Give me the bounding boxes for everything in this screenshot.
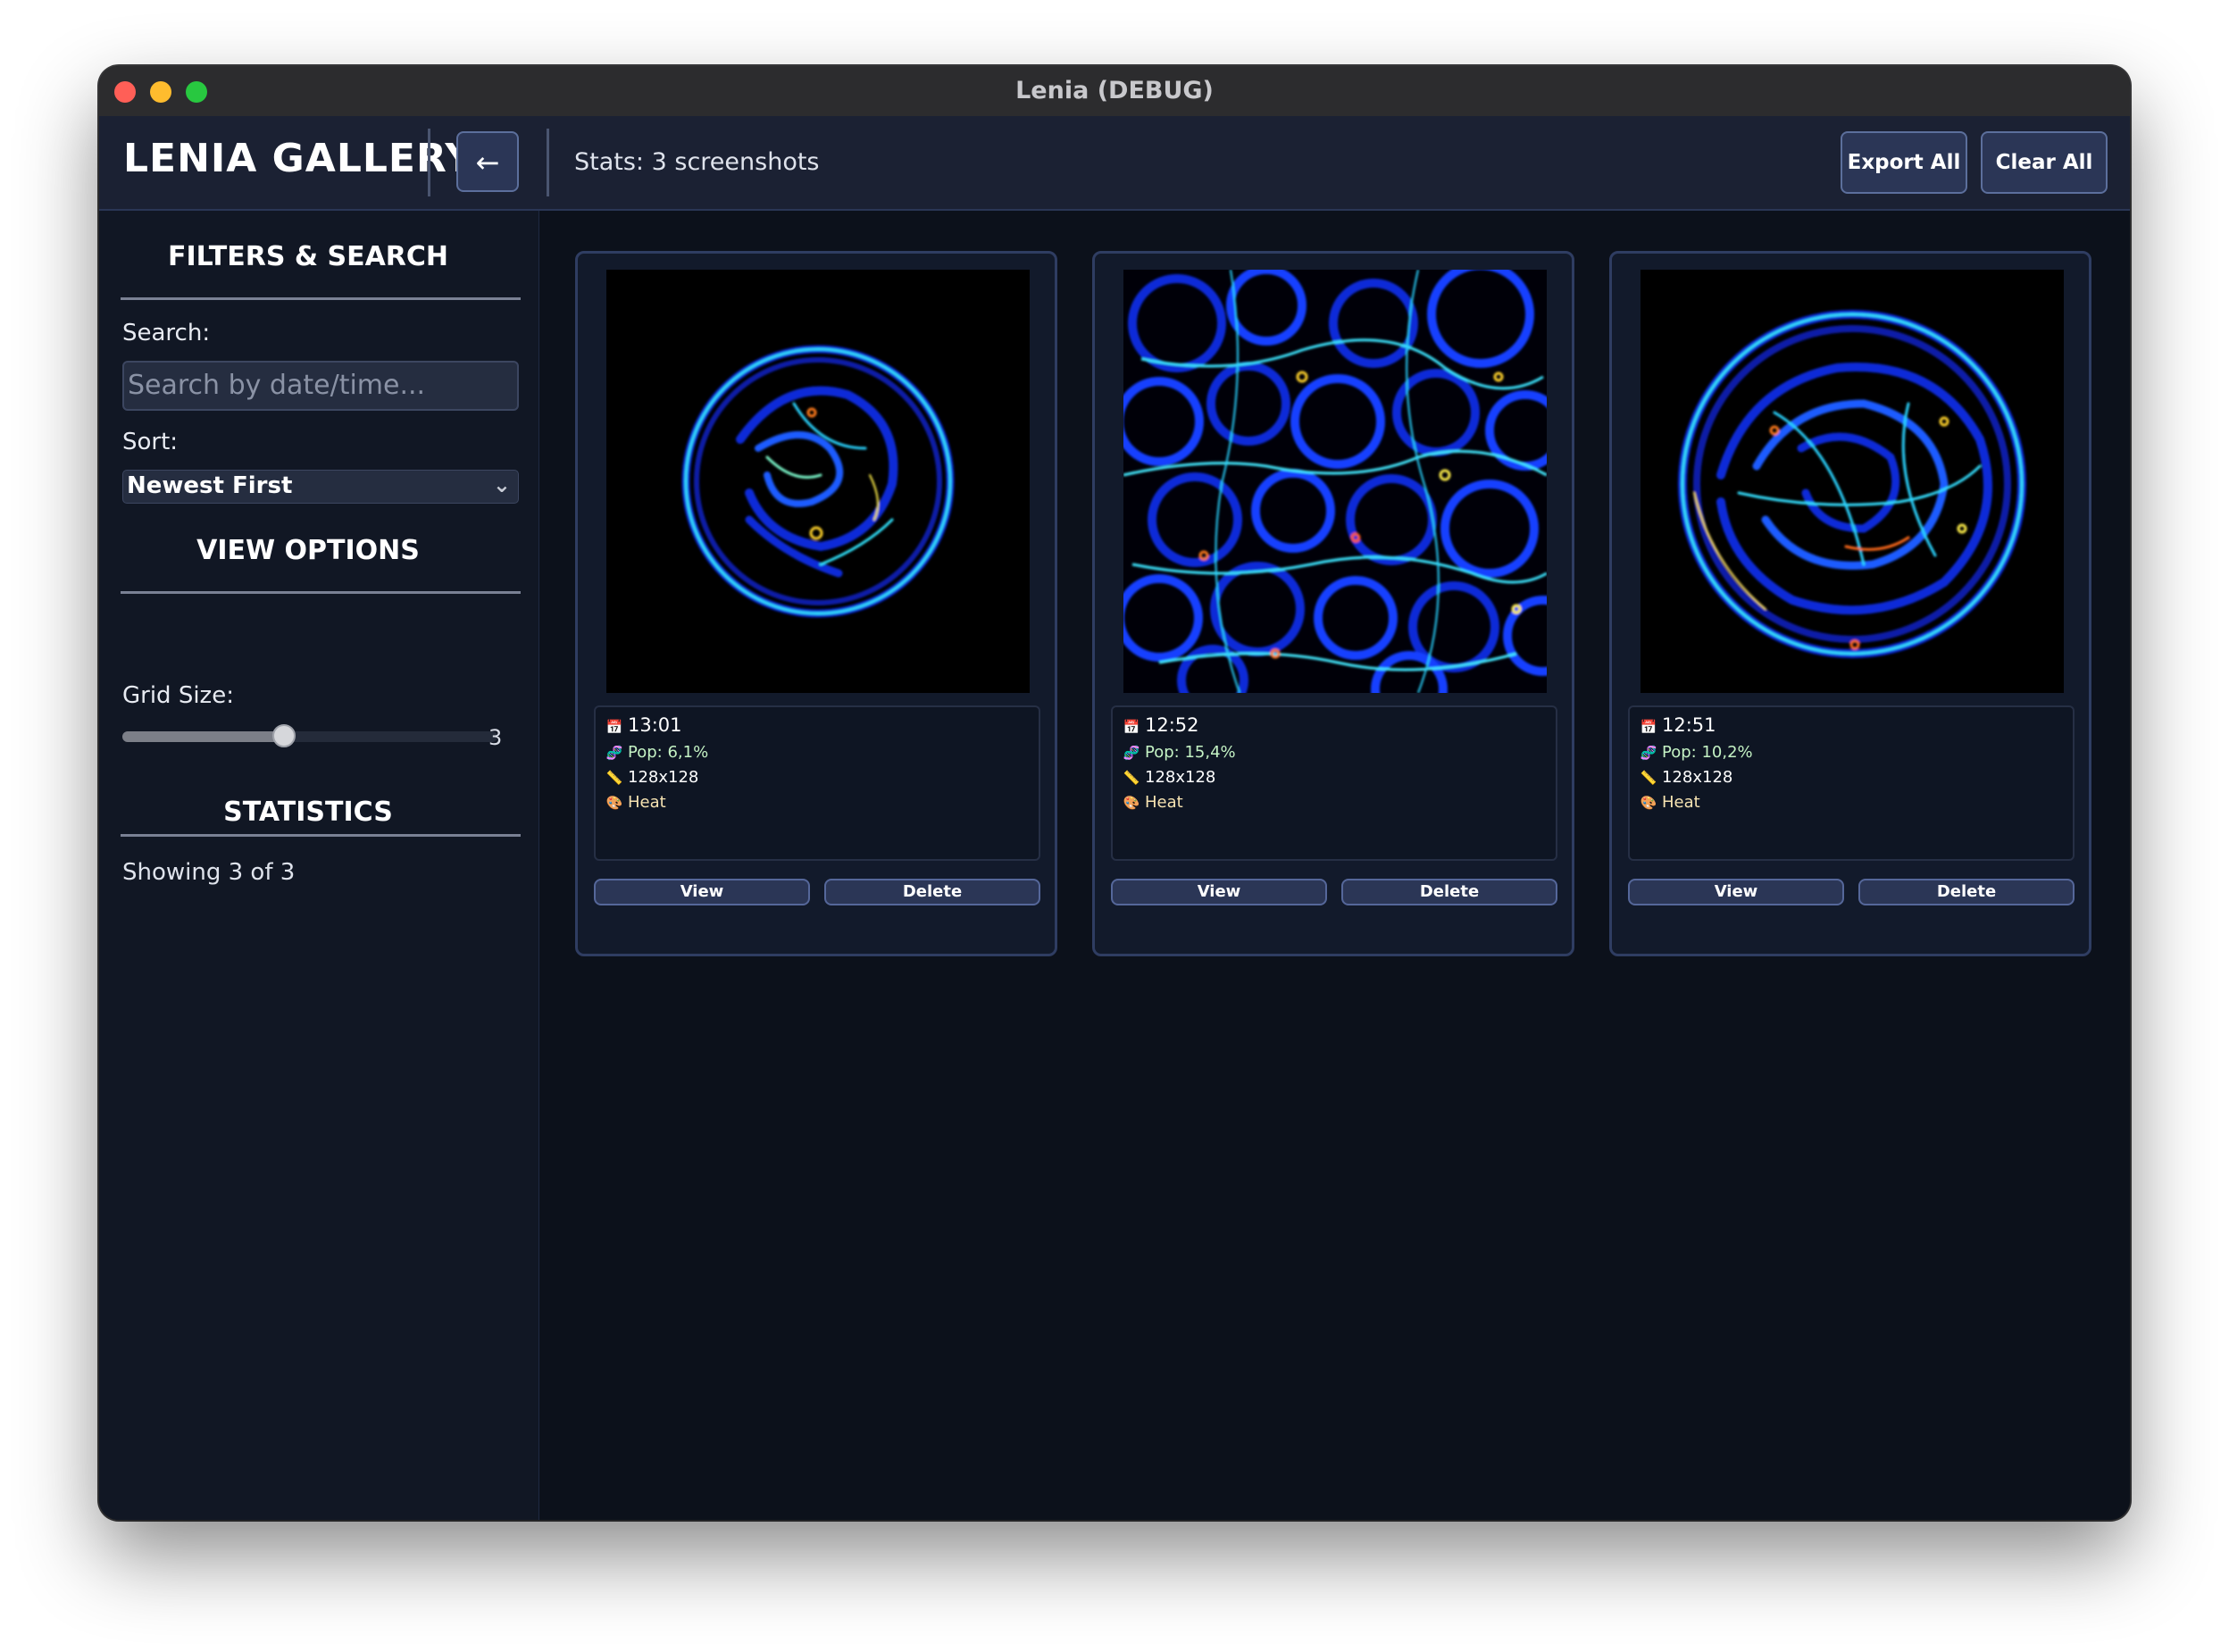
info-row-population: 🧬 Pop: 6,1% [605,743,709,762]
view-options-title: VIEW OPTIONS [196,535,420,566]
chevron-down-icon: ⌄ [492,472,511,497]
info-row-time: 📅 12:51 [1639,714,1716,736]
clear-all-button[interactable]: Clear All [1981,131,2108,194]
search-label: Search: [122,320,211,346]
stats-text: Stats: 3 screenshots [574,148,820,176]
screenshot-thumbnail[interactable] [606,270,1030,693]
gallery-grid: 📅 13:01 🧬 Pop: 6,1% 📏 128x128 🎨 Heat View De… [539,211,2130,1520]
card-colormap: Heat [1145,793,1183,812]
calendar-icon: 📅 [1640,719,1657,735]
resolution-icon: 📏 [605,770,623,786]
divider [121,834,521,837]
export-all-button[interactable]: Export All [1841,131,1967,194]
window-title: Lenia (DEBUG) [1015,77,1214,104]
filters-title: FILTERS & SEARCH [167,241,449,272]
divider [121,591,521,594]
info-row-colormap: 🎨 Heat [1122,793,1183,812]
card-time: 13:01 [628,714,682,736]
grid-size-slider[interactable] [99,354,538,742]
view-button[interactable]: View [1111,879,1327,905]
resolution-icon: 📏 [1640,770,1657,786]
card-time: 12:52 [1145,714,1199,736]
back-button[interactable]: ← [456,131,519,192]
calendar-icon: 📅 [605,719,623,735]
view-button[interactable]: View [594,879,810,905]
sort-value: Newest First [127,472,293,499]
card-time: 12:51 [1662,714,1716,736]
header-divider [547,129,549,196]
screenshot-thumbnail[interactable] [1123,270,1547,693]
screenshot-card: 📅 13:01 🧬 Pop: 6,1% 📏 128x128 🎨 Heat View De… [575,251,1057,956]
sidebar: FILTERS & SEARCH Search: Search by date/… [99,211,541,1520]
info-row-time: 📅 13:01 [605,714,682,736]
screenshot-info: 📅 12:52 🧬 Pop: 15,4% 📏 128x128 🎨 Heat [1111,705,1557,861]
card-colormap: Heat [628,793,666,812]
delete-button[interactable]: Delete [824,879,1040,905]
lenia-pattern-image [1678,310,2026,658]
card-colormap: Heat [1662,793,1700,812]
delete-button[interactable]: Delete [1858,879,2075,905]
screenshot-thumbnail[interactable] [1640,270,2064,693]
card-resolution: 128x128 [628,768,699,787]
info-row-population: 🧬 Pop: 15,4% [1122,743,1236,762]
title-bar: Lenia (DEBUG) [99,66,2130,117]
delete-button[interactable]: Delete [1341,879,1557,905]
stats-value: 3 screenshots [651,148,820,176]
app-logo: LENIA GALLERY [123,136,475,181]
info-row-resolution: 📏 128x128 [605,768,699,787]
grid-size-value: 3 [488,725,503,750]
app-header: LENIA GALLERY ← Stats: 3 screenshots Exp… [99,116,2130,211]
info-row-time: 📅 12:52 [1122,714,1199,736]
card-population: Pop: 6,1% [628,743,709,762]
info-row-resolution: 📏 128x128 [1639,768,1733,787]
stats-label: Stats: [574,148,645,176]
sort-label: Sort: [122,429,179,455]
screenshot-card: 📅 12:51 🧬 Pop: 10,2% 📏 128x128 🎨 Heat View D… [1609,251,2091,956]
screenshot-card: 📅 12:52 🧬 Pop: 15,4% 📏 128x128 🎨 Heat View D… [1092,251,1574,956]
card-population: Pop: 10,2% [1662,743,1753,762]
card-resolution: 128x128 [1145,768,1216,787]
population-icon: 🧬 [1640,745,1657,761]
lenia-pattern-image [1123,270,1547,693]
palette-icon: 🎨 [1123,795,1140,811]
slider-fill [122,731,284,742]
sort-select[interactable]: Newest First ⌄ [122,470,519,504]
population-icon: 🧬 [1123,745,1140,761]
slider-track[interactable] [122,731,497,742]
info-row-resolution: 📏 128x128 [1122,768,1216,787]
grid-size-label: Grid Size: [122,682,234,709]
calendar-icon: 📅 [1123,719,1140,735]
palette-icon: 🎨 [605,795,623,811]
info-row-colormap: 🎨 Heat [605,793,666,812]
palette-icon: 🎨 [1640,795,1657,811]
screenshot-info: 📅 12:51 🧬 Pop: 10,2% 📏 128x128 🎨 Heat [1628,705,2075,861]
info-row-population: 🧬 Pop: 10,2% [1639,743,1753,762]
slider-thumb[interactable] [271,724,296,747]
lenia-pattern-image [681,345,955,618]
card-resolution: 128x128 [1662,768,1733,787]
showing-count: Showing 3 of 3 [122,859,296,886]
statistics-title: STATISTICS [223,797,393,828]
view-button[interactable]: View [1628,879,1844,905]
divider [121,297,521,300]
app-window: Lenia (DEBUG) LENIA GALLERY ← Stats: 3 s… [99,66,2130,1520]
screenshot-info: 📅 13:01 🧬 Pop: 6,1% 📏 128x128 🎨 Heat [594,705,1040,861]
info-row-colormap: 🎨 Heat [1639,793,1700,812]
card-population: Pop: 15,4% [1145,743,1236,762]
header-divider [428,129,430,196]
resolution-icon: 📏 [1123,770,1140,786]
population-icon: 🧬 [605,745,623,761]
